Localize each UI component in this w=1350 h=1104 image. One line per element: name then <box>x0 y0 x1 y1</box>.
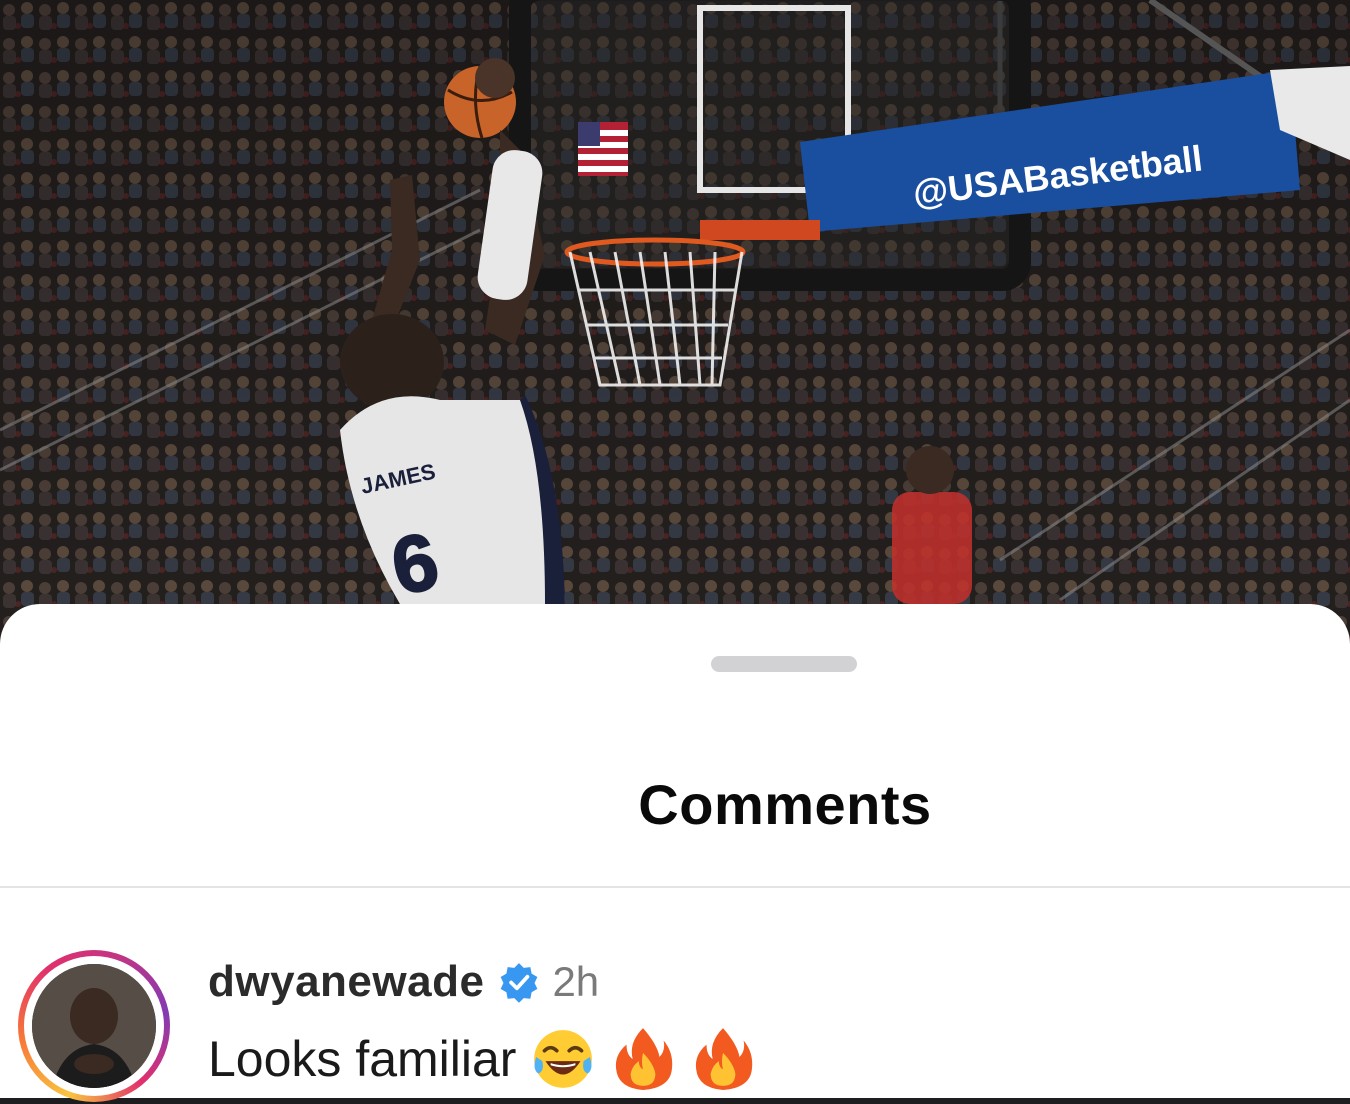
comment-text: Looks familiar <box>208 1031 517 1087</box>
fire-emoji-icon <box>616 1028 673 1090</box>
comments-sheet: Comments dwyanewade 2h Looks familiar <box>0 604 1350 1102</box>
comment-item: dwyanewade 2h Looks familiar <box>0 944 1350 1104</box>
comment-timestamp: 2h <box>552 958 600 1005</box>
post-photo: @USABasketball JAMES 6 <box>0 0 1350 640</box>
sheet-grabber-handle[interactable] <box>711 656 857 672</box>
avatar[interactable] <box>18 950 170 1102</box>
avatar-photo <box>32 964 156 1088</box>
us-flag <box>578 122 628 176</box>
fire-emoji-icon <box>696 1028 753 1090</box>
comment-username[interactable]: dwyanewade <box>208 957 484 1007</box>
divider <box>0 886 1350 888</box>
sheet-title: Comments <box>638 773 932 836</box>
verified-badge-icon <box>501 963 538 1003</box>
laughing-tears-emoji-icon <box>534 1030 593 1088</box>
